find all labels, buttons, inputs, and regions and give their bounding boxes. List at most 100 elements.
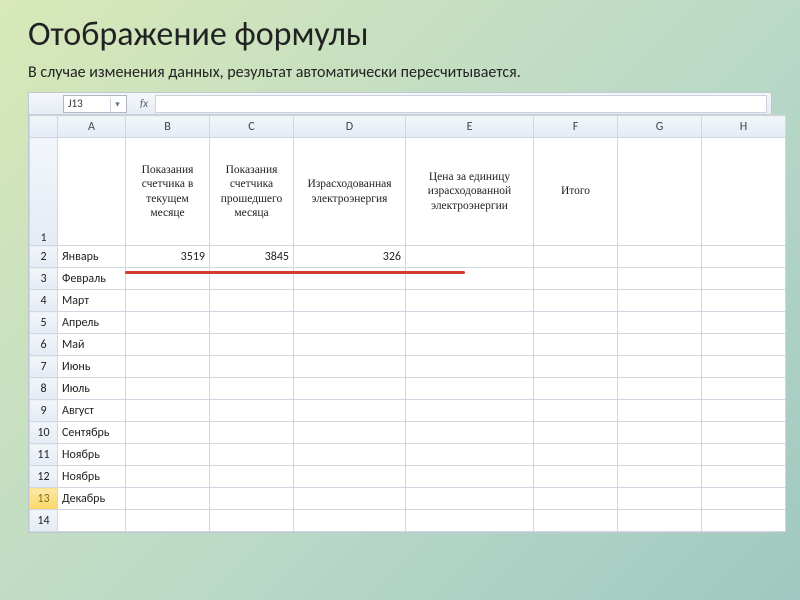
- cell[interactable]: [126, 312, 210, 334]
- cell[interactable]: [618, 138, 702, 246]
- spreadsheet-grid[interactable]: A B C D E F G H 1 Показания счетчика в т…: [29, 115, 786, 532]
- cell[interactable]: Апрель: [58, 312, 126, 334]
- cell[interactable]: [294, 268, 406, 290]
- cell[interactable]: [294, 510, 406, 532]
- row-header[interactable]: 9: [30, 400, 58, 422]
- cell[interactable]: [58, 510, 126, 532]
- cell[interactable]: [618, 312, 702, 334]
- cell[interactable]: [294, 356, 406, 378]
- cell[interactable]: [534, 268, 618, 290]
- chevron-down-icon[interactable]: ▾: [110, 98, 124, 112]
- cell[interactable]: [126, 510, 210, 532]
- cell[interactable]: [618, 466, 702, 488]
- cell[interactable]: [534, 356, 618, 378]
- cell[interactable]: [534, 444, 618, 466]
- cell[interactable]: [534, 246, 618, 268]
- col-header-E[interactable]: E: [406, 116, 534, 138]
- cell[interactable]: [406, 290, 534, 312]
- cell[interactable]: [294, 488, 406, 510]
- cell[interactable]: [294, 312, 406, 334]
- cell[interactable]: [618, 488, 702, 510]
- cell[interactable]: [534, 422, 618, 444]
- cell[interactable]: Март: [58, 290, 126, 312]
- cell[interactable]: [126, 466, 210, 488]
- cell[interactable]: 3519: [126, 246, 210, 268]
- cell[interactable]: [406, 268, 534, 290]
- cell[interactable]: [406, 378, 534, 400]
- row-header[interactable]: 3: [30, 268, 58, 290]
- cell[interactable]: [210, 422, 294, 444]
- row-header[interactable]: 13: [30, 488, 58, 510]
- cell[interactable]: [406, 488, 534, 510]
- cell[interactable]: [406, 312, 534, 334]
- cell[interactable]: [294, 334, 406, 356]
- cell[interactable]: [294, 290, 406, 312]
- col-header-B[interactable]: B: [126, 116, 210, 138]
- row-header[interactable]: 10: [30, 422, 58, 444]
- cell[interactable]: [618, 246, 702, 268]
- cell[interactable]: [702, 268, 786, 290]
- cell[interactable]: [702, 334, 786, 356]
- cell[interactable]: Итого: [534, 138, 618, 246]
- cell[interactable]: [210, 312, 294, 334]
- cell[interactable]: [210, 290, 294, 312]
- cell[interactable]: [618, 334, 702, 356]
- col-header-D[interactable]: D: [294, 116, 406, 138]
- cell[interactable]: [294, 466, 406, 488]
- cell[interactable]: [534, 334, 618, 356]
- cell[interactable]: [534, 290, 618, 312]
- cell[interactable]: Август: [58, 400, 126, 422]
- cell[interactable]: Показания счетчика в текущем месяце: [126, 138, 210, 246]
- cell[interactable]: [406, 422, 534, 444]
- cell[interactable]: [618, 290, 702, 312]
- cell[interactable]: [210, 356, 294, 378]
- cell[interactable]: [534, 378, 618, 400]
- cell[interactable]: Февраль: [58, 268, 126, 290]
- row-header[interactable]: 4: [30, 290, 58, 312]
- row-header[interactable]: 6: [30, 334, 58, 356]
- col-header-F[interactable]: F: [534, 116, 618, 138]
- cell[interactable]: [406, 356, 534, 378]
- cell[interactable]: Июнь: [58, 356, 126, 378]
- select-all-corner[interactable]: [30, 116, 58, 138]
- cell[interactable]: [126, 444, 210, 466]
- cell[interactable]: [126, 400, 210, 422]
- row-header[interactable]: 1: [30, 138, 58, 246]
- cell[interactable]: [294, 422, 406, 444]
- cell[interactable]: [618, 422, 702, 444]
- cell[interactable]: [126, 488, 210, 510]
- row-header[interactable]: 11: [30, 444, 58, 466]
- cell[interactable]: [702, 422, 786, 444]
- cell[interactable]: Цена за единицу израсходованной электроэ…: [406, 138, 534, 246]
- fx-button[interactable]: fx: [133, 95, 155, 113]
- formula-input[interactable]: [155, 95, 767, 113]
- cell[interactable]: Сентябрь: [58, 422, 126, 444]
- cell[interactable]: [406, 246, 534, 268]
- cell[interactable]: [294, 444, 406, 466]
- cell[interactable]: [406, 510, 534, 532]
- cell[interactable]: 3845: [210, 246, 294, 268]
- cell[interactable]: [702, 444, 786, 466]
- cell[interactable]: [534, 400, 618, 422]
- row-header[interactable]: 7: [30, 356, 58, 378]
- cell[interactable]: 326: [294, 246, 406, 268]
- cell[interactable]: Израсходованная электроэнергия: [294, 138, 406, 246]
- cell[interactable]: [702, 400, 786, 422]
- row-header[interactable]: 8: [30, 378, 58, 400]
- cell[interactable]: [210, 334, 294, 356]
- cell[interactable]: [126, 290, 210, 312]
- cell[interactable]: [126, 422, 210, 444]
- row-header[interactable]: 2: [30, 246, 58, 268]
- cell[interactable]: [618, 268, 702, 290]
- cell[interactable]: [210, 444, 294, 466]
- cell[interactable]: [534, 466, 618, 488]
- row-header[interactable]: 12: [30, 466, 58, 488]
- cell[interactable]: [126, 268, 210, 290]
- cell[interactable]: [406, 334, 534, 356]
- cell[interactable]: [58, 138, 126, 246]
- cell[interactable]: [702, 510, 786, 532]
- cell[interactable]: [406, 466, 534, 488]
- cell[interactable]: Показания счетчика прошедшего месяца: [210, 138, 294, 246]
- cell[interactable]: [126, 356, 210, 378]
- cell[interactable]: [294, 378, 406, 400]
